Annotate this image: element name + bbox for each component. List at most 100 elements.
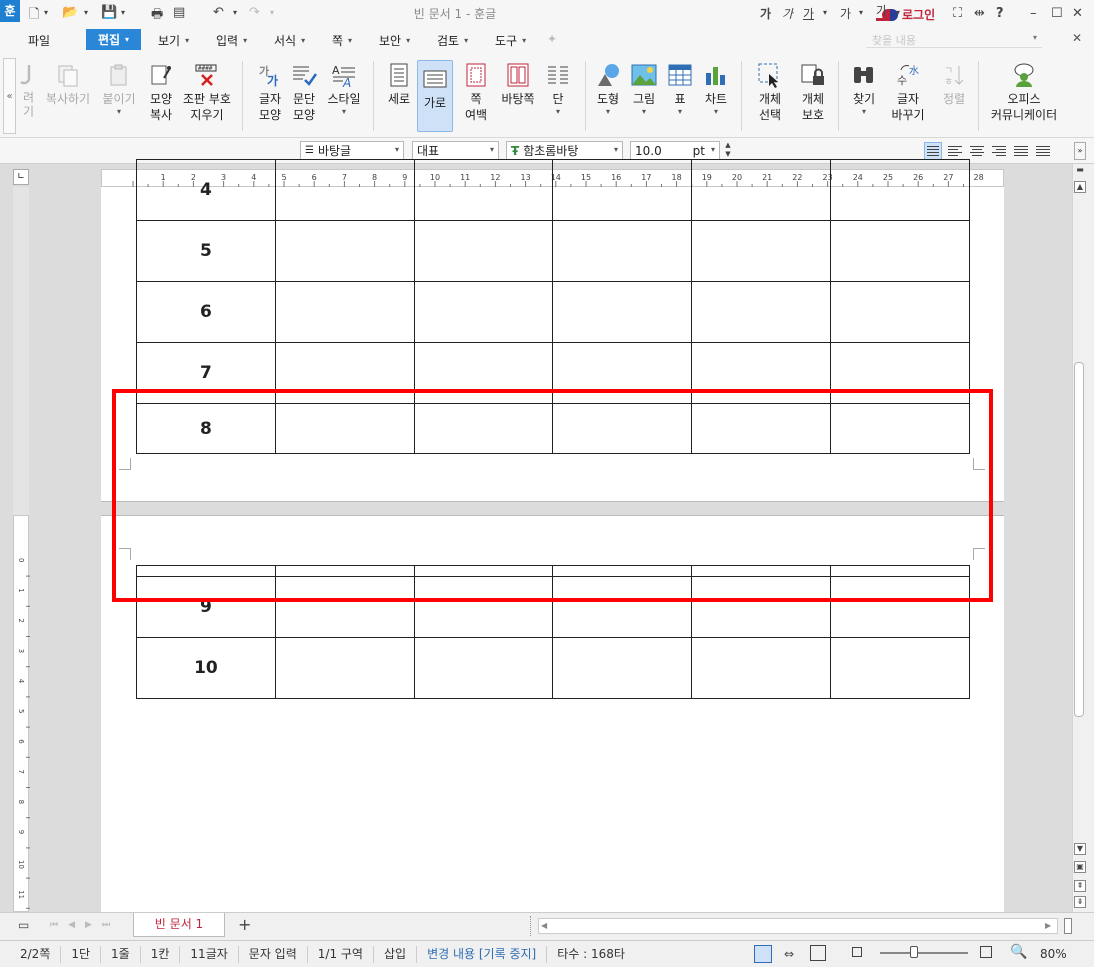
columns-button[interactable]: 단 ▾: [538, 57, 578, 135]
sort-button[interactable]: ㄱㅎ 정렬: [930, 57, 978, 135]
language-select[interactable]: 대표 ▾: [412, 141, 499, 160]
page-margin-button[interactable]: 쪽 여백: [455, 57, 497, 135]
status-page[interactable]: 2/2쪽: [0, 945, 62, 963]
scroll-top-icon[interactable]: ▬: [1074, 165, 1086, 177]
search-input[interactable]: 찾을 내용: [866, 30, 1042, 48]
row-number-cell[interactable]: 4: [136, 159, 276, 221]
landscape-button[interactable]: 가로: [417, 60, 453, 132]
print-icon[interactable]: 🖶: [151, 5, 163, 27]
menu-file[interactable]: 파일: [28, 31, 50, 50]
table-cell[interactable]: [691, 159, 832, 221]
magnifier-icon[interactable]: 🔍: [1010, 944, 1027, 960]
close-doc-icon[interactable]: ✕: [1072, 31, 1082, 45]
redo-icon[interactable]: ↷: [249, 5, 260, 20]
page-view-button[interactable]: [754, 945, 772, 963]
row-number-cell[interactable]: 5: [136, 220, 276, 282]
extra-menu-icon[interactable]: ✦: [547, 32, 557, 46]
justify-align-button[interactable]: [924, 142, 942, 160]
save-icon[interactable]: 💾: [101, 5, 117, 20]
table-cell[interactable]: [691, 637, 832, 699]
table-cell[interactable]: [830, 281, 970, 343]
font-size-input[interactable]: 10.0 pt ▾: [630, 141, 720, 160]
new-doc-icon[interactable]: 🗋: [29, 5, 39, 27]
menu-page[interactable]: 쪽 ▾: [332, 31, 352, 50]
undo-icon[interactable]: ↶: [213, 5, 224, 20]
scroll-left-button[interactable]: ◀: [541, 921, 547, 930]
table-cell[interactable]: [274, 637, 415, 699]
tab-list-icon[interactable]: ▭: [18, 918, 29, 932]
table-cell[interactable]: [552, 637, 693, 699]
menu-insert[interactable]: 입력 ▾: [216, 31, 247, 50]
table-cell[interactable]: [274, 281, 415, 343]
right-align-button[interactable]: [990, 142, 1008, 160]
help-icon[interactable]: ?: [996, 6, 1004, 21]
font-size-stepper[interactable]: ▲ ▼: [722, 141, 734, 160]
italic-button[interactable]: 가: [782, 5, 793, 22]
strike-button[interactable]: 가: [840, 5, 851, 22]
tab-nav-icons[interactable]: ⏮◀▶⏭: [50, 920, 120, 930]
table-cell[interactable]: [830, 220, 970, 282]
open-folder-icon[interactable]: 📂: [62, 5, 78, 20]
underline-dropdown-icon[interactable]: ▾: [823, 8, 827, 17]
left-align-button[interactable]: [946, 142, 964, 160]
menu-view[interactable]: 보기 ▾: [158, 31, 189, 50]
toolbar-expand-icon[interactable]: »: [1074, 142, 1086, 160]
strike-dropdown-icon[interactable]: ▾: [859, 8, 863, 17]
format-painter-disabled[interactable]: 려기: [14, 57, 42, 135]
fit-width-button[interactable]: ⇔: [784, 947, 794, 961]
open-dropdown-icon[interactable]: ▾: [84, 8, 88, 17]
table-cell[interactable]: [274, 220, 415, 282]
scrollbar-thumb[interactable]: [1074, 362, 1084, 717]
horizontal-scrollbar[interactable]: [538, 918, 1058, 934]
bold-button[interactable]: 가: [760, 5, 771, 22]
scroll-down-button[interactable]: ▼: [1074, 843, 1086, 855]
divide-align-button[interactable]: [1034, 142, 1052, 160]
font-color-button[interactable]: 가: [876, 5, 888, 21]
row-number-cell[interactable]: 6: [136, 281, 276, 343]
zoom-slider-thumb[interactable]: [910, 946, 918, 958]
search-dropdown-icon[interactable]: ▾: [1033, 33, 1037, 42]
menu-edit[interactable]: 편집 ▾: [86, 29, 141, 50]
redo-dropdown-icon[interactable]: ▾: [270, 8, 274, 17]
clear-markup-button[interactable]: #### 조판 부호 지우기: [180, 57, 234, 135]
maximize-icon[interactable]: ☐: [1051, 6, 1063, 21]
find-button[interactable]: 찾기 ▾: [840, 57, 888, 135]
font-select[interactable]: Ŧ 함초롬바탕 ▾: [506, 141, 623, 160]
close-icon[interactable]: ✕: [1072, 6, 1083, 21]
portrait-button[interactable]: 세로: [378, 57, 420, 135]
login-button[interactable]: 로그인: [882, 6, 935, 23]
zoom-level[interactable]: 80%: [1040, 947, 1067, 961]
bg-page-button[interactable]: 바탕쪽: [494, 57, 542, 135]
save-dropdown-icon[interactable]: ▾: [121, 8, 125, 17]
distribute-align-button[interactable]: [1012, 142, 1030, 160]
zoom-out-button[interactable]: [852, 947, 862, 957]
copy-button[interactable]: 복사하기: [44, 57, 92, 135]
scroll-up-button[interactable]: ▲: [1074, 181, 1086, 193]
table-cell[interactable]: [552, 281, 693, 343]
object-protect-button[interactable]: 개체 보호: [789, 57, 837, 135]
table-cell[interactable]: [552, 159, 693, 221]
office-communicator-button[interactable]: 오피스 커뮤니케이터: [986, 57, 1062, 135]
chart-button[interactable]: 차트 ▾: [694, 57, 738, 135]
style-button[interactable]: AA 스타일 ▾: [320, 57, 368, 135]
tab-document[interactable]: 빈 문서 1: [133, 913, 225, 937]
vertical-ruler[interactable]: 0 1 2 3 4 5 6 7 8 9 10 11: [13, 515, 30, 912]
table-cell[interactable]: [413, 159, 554, 221]
status-track-changes[interactable]: 변경 내용 [기록 중지]: [417, 945, 548, 963]
table-cell[interactable]: [413, 220, 554, 282]
row-number-cell[interactable]: 10: [136, 637, 276, 699]
table-cell[interactable]: [413, 637, 554, 699]
menu-tools[interactable]: 도구 ▾: [495, 31, 526, 50]
center-align-button[interactable]: [968, 142, 986, 160]
object-select-button[interactable]: 개체 선택: [746, 57, 794, 135]
zoom-in-button[interactable]: [980, 946, 992, 958]
paste-button[interactable]: 붙이기 ▾: [95, 57, 143, 135]
status-insert[interactable]: 삽입: [374, 945, 418, 963]
new-doc-dropdown-icon[interactable]: ▾: [44, 8, 48, 17]
table-cell[interactable]: [552, 220, 693, 282]
style-select[interactable]: ☰ 바탕글 ▾: [300, 141, 404, 160]
menu-format[interactable]: 서식 ▾: [274, 31, 305, 50]
page-view-icon[interactable]: ▣: [1074, 861, 1086, 873]
preview-icon[interactable]: ▤: [173, 5, 185, 20]
prev-page-icon[interactable]: ⇞: [1074, 880, 1086, 892]
